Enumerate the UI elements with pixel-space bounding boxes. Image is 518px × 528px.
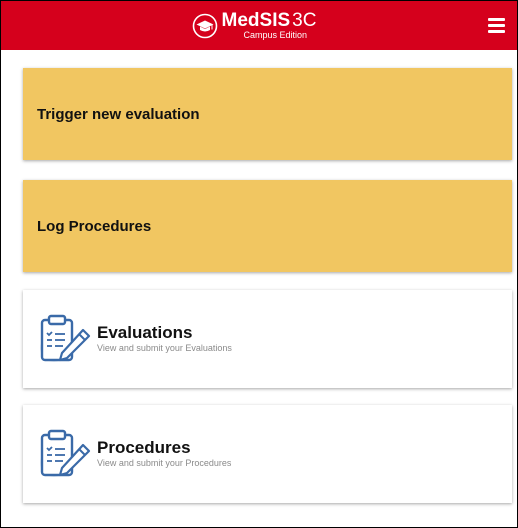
trigger-evaluation-label: Trigger new evaluation	[37, 105, 200, 123]
clipboard-pencil-icon	[40, 429, 91, 477]
evaluations-description: View and submit your Evaluations	[97, 343, 232, 354]
evaluations-card[interactable]: Evaluations View and submit your Evaluat…	[23, 290, 512, 388]
procedures-description: View and submit your Procedures	[97, 458, 232, 469]
hamburger-menu-icon[interactable]	[488, 18, 505, 33]
log-procedures-button[interactable]: Log Procedures	[23, 180, 512, 272]
brand-subtitle: Campus Edition	[243, 30, 308, 40]
log-procedures-label: Log Procedures	[37, 217, 152, 235]
procedures-card[interactable]: Procedures View and submit your Procedur…	[23, 405, 512, 503]
evaluations-title: Evaluations	[97, 322, 193, 342]
trigger-evaluation-button[interactable]: Trigger new evaluation	[23, 68, 512, 160]
app-frame: MedSIS 3C Campus Edition Trigger new eval…	[0, 0, 518, 528]
brand-name: MedSIS	[221, 10, 291, 31]
brand-logo[interactable]: MedSIS 3C Campus Edition	[192, 10, 317, 40]
graduation-cap-icon	[192, 13, 217, 38]
brand-version: 3C	[292, 10, 317, 31]
clipboard-pencil-icon	[40, 314, 91, 362]
procedures-title: Procedures	[97, 437, 191, 457]
top-header: MedSIS 3C Campus Edition	[1, 1, 517, 50]
